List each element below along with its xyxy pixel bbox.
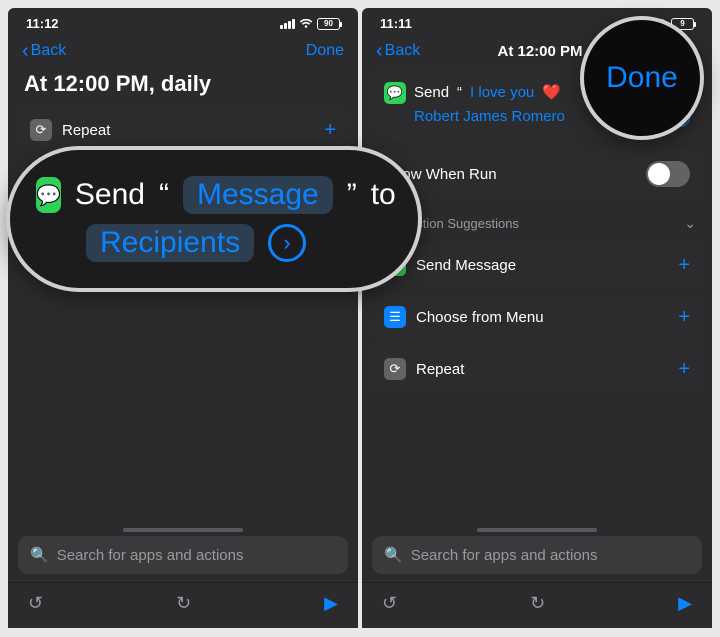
cellular-icon	[280, 19, 295, 29]
message-placeholder-chip[interactable]: Message	[183, 176, 333, 214]
suggestion-label: Repeat	[62, 122, 110, 139]
done-callout-label: Done	[606, 61, 678, 95]
recipients-placeholder-chip[interactable]: Recipients	[86, 224, 254, 262]
shortcut-toolbar: ↺ ↻ ▶	[362, 582, 712, 628]
message-token[interactable]: I love you	[470, 81, 534, 105]
wifi-icon	[299, 19, 313, 29]
suggestion-choose-from-menu[interactable]: ☰ Choose from Menu +	[372, 296, 702, 338]
redo-icon[interactable]: ↻	[176, 593, 191, 614]
chevron-left-icon: ‹	[376, 41, 383, 61]
nav-title: At 12:00 PM	[497, 43, 582, 60]
messages-app-icon: 💬	[36, 177, 61, 213]
status-right: 90	[280, 18, 340, 30]
chevron-left-icon: ‹	[22, 41, 29, 61]
search-field[interactable]: 🔍 Search for apps and actions	[18, 536, 348, 574]
plus-icon[interactable]: +	[678, 307, 690, 327]
status-time: 11:12	[26, 16, 59, 31]
suggestion-repeat[interactable]: ⟳ Repeat +	[18, 109, 348, 151]
home-indicator	[123, 528, 243, 532]
to-word: to	[371, 178, 396, 212]
search-icon: 🔍	[30, 546, 49, 564]
suggestion-label: Choose from Menu	[416, 309, 544, 326]
show-when-run-row: Show When Run	[372, 149, 702, 199]
done-callout-bubble[interactable]: Done	[580, 16, 704, 140]
plus-icon[interactable]: +	[678, 359, 690, 379]
repeat-icon: ⟳	[30, 119, 52, 141]
nav-bar: ‹Back Done	[8, 35, 358, 71]
callout-send-message-zoom: 💬 Send “ Message ” to Recipients ›	[6, 146, 422, 292]
open-quote: “	[159, 178, 169, 212]
play-button[interactable]: ▶	[324, 593, 338, 614]
open-quote: “	[457, 81, 462, 105]
automation-title: At 12:00 PM, daily	[8, 71, 358, 109]
search-placeholder: Search for apps and actions	[57, 547, 244, 564]
back-label: Back	[385, 42, 421, 60]
search-icon: 🔍	[384, 546, 403, 564]
repeat-icon: ⟳	[384, 358, 406, 380]
back-label: Back	[31, 42, 67, 60]
home-indicator	[477, 528, 597, 532]
close-quote: ”	[347, 178, 357, 212]
done-button[interactable]: Done	[306, 42, 344, 60]
shortcut-toolbar: ↺ ↻ ▶	[8, 582, 358, 628]
suggestion-send-message[interactable]: 💬 Send Message +	[372, 244, 702, 286]
back-button[interactable]: ‹Back	[22, 41, 66, 61]
suggestion-label: Repeat	[416, 361, 464, 378]
back-button[interactable]: ‹Back	[376, 41, 420, 61]
play-button[interactable]: ▶	[678, 593, 692, 614]
phone-left: 11:12 90 ‹Back Done At 12:00 PM, daily ⟳…	[8, 8, 358, 628]
status-bar: 11:12 90	[8, 8, 358, 35]
plus-icon[interactable]: +	[678, 255, 690, 275]
search-placeholder: Search for apps and actions	[411, 547, 598, 564]
messages-app-icon: 💬	[384, 82, 406, 104]
chevron-down-icon[interactable]: ⌄	[684, 215, 696, 232]
show-when-run-toggle[interactable]	[646, 161, 690, 187]
callout-prefix: Send	[75, 178, 145, 212]
redo-icon[interactable]: ↻	[530, 593, 545, 614]
heart-icon: ❤️	[542, 81, 561, 105]
plus-icon[interactable]: +	[324, 120, 336, 140]
status-time: 11:11	[380, 16, 412, 31]
undo-icon[interactable]: ↺	[382, 593, 397, 614]
suggestion-repeat[interactable]: ⟳ Repeat +	[372, 348, 702, 390]
menu-icon: ☰	[384, 306, 406, 328]
recipient-token[interactable]: Robert James Romero	[414, 105, 565, 129]
search-field[interactable]: 🔍 Search for apps and actions	[372, 536, 702, 574]
undo-icon[interactable]: ↺	[28, 593, 43, 614]
battery-icon: 90	[317, 18, 340, 30]
expand-action-icon[interactable]: ›	[268, 224, 306, 262]
battery-level: 9	[680, 19, 684, 28]
suggestion-label: Send Message	[416, 257, 516, 274]
battery-level: 90	[324, 19, 333, 28]
send-prefix: Send	[414, 81, 449, 105]
